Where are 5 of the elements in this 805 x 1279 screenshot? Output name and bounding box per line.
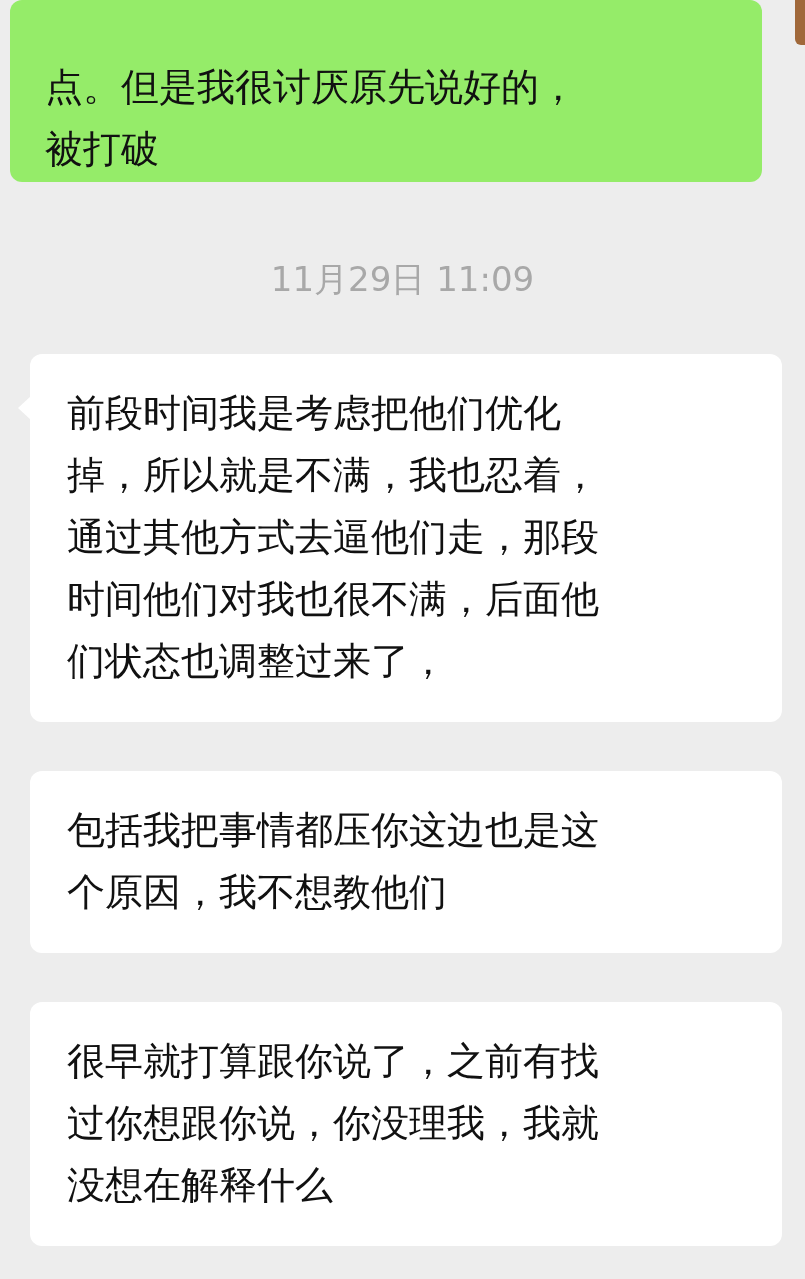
message-text: 前段时间我是考虑把他们优化 掉，所以就是不满，我也忍着， 通过其他方式去逼他们走，那段 时间他们对我也很不满，后面他 们状态也调整过来了， (67, 390, 600, 685)
timestamp: 11月29日 11:09 (270, 258, 535, 301)
message-text: 很早就打算跟你说了，之前有找 过你想跟你说，你没理我，我就 没想在解释什么 (67, 1038, 600, 1209)
message-text: 点。但是我很讨厌原先说好的， 被打破 (45, 64, 578, 173)
message-text: 包括我把事情都压你这边也是这 个原因，我不想教他们 (67, 807, 600, 916)
